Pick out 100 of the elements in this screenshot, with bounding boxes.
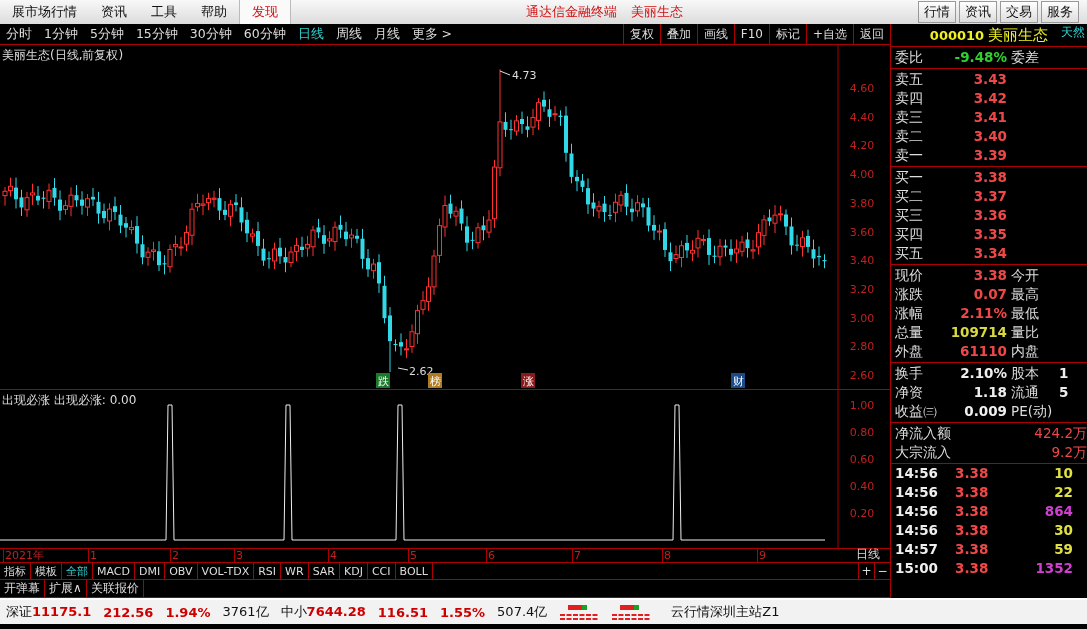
indicator-tab[interactable]: DMI — [135, 563, 166, 579]
menu-item[interactable]: 展市场行情 — [0, 0, 89, 24]
date-label: 3 — [234, 549, 243, 563]
order-price: 3.35 — [972, 225, 1007, 244]
nav-button[interactable]: 行情 — [918, 1, 956, 23]
chart-tool-button[interactable]: 标记 — [768, 24, 806, 44]
chart-tool-button[interactable]: +自选 — [805, 24, 853, 44]
tick-volume: 864 — [1043, 502, 1073, 521]
axis-label: 3.00 — [849, 311, 875, 325]
axis-label: 4.20 — [849, 139, 875, 153]
field-label: 净资 — [895, 383, 924, 402]
axis-label: 0.40 — [849, 480, 875, 493]
indicator-tab[interactable]: OBV — [165, 563, 198, 579]
index-change: 212.56 — [103, 604, 154, 620]
field-label: 收益㈢ — [895, 402, 938, 421]
stock-code: 000010 — [929, 27, 985, 43]
index-percent: 1.94% — [165, 604, 211, 620]
order-price: 3.40 — [972, 127, 1007, 146]
order-price: 3.37 — [972, 187, 1007, 206]
nav-button[interactable]: 资讯 — [959, 1, 997, 23]
axis-label: 3.20 — [849, 282, 875, 296]
indicator-tab[interactable]: 指标 — [0, 563, 31, 579]
indicator-tab[interactable]: KDJ — [340, 563, 368, 579]
order-label: 买五 — [895, 244, 924, 263]
date-label: 5 — [408, 549, 417, 563]
axis-label: 2.60 — [849, 369, 875, 382]
field-value: 109714 — [949, 323, 1007, 342]
tick-time: 14:56 — [895, 464, 939, 483]
field-value: -9.48% — [953, 48, 1007, 67]
indicator-tab[interactable]: 全部 — [62, 563, 93, 579]
tick-price: 3.38 — [955, 540, 990, 559]
order-label: 买二 — [895, 187, 924, 206]
axis-label: 3.40 — [849, 254, 875, 268]
period-tab[interactable]: 60分钟 — [237, 25, 292, 43]
period-tab[interactable]: 5分钟 — [83, 25, 130, 43]
event-badge[interactable]: 财 — [731, 373, 745, 388]
nav-button[interactable]: 服务 — [1041, 1, 1079, 23]
indicator-tab[interactable]: SAR — [308, 563, 340, 579]
period-tab[interactable]: 1分钟 — [38, 25, 84, 43]
field-label: 净流入额 — [895, 424, 951, 443]
menu-item[interactable]: 资讯 — [89, 0, 139, 24]
field-label: 涨幅 — [895, 304, 924, 323]
chart-tool-button[interactable]: 返回 — [853, 24, 890, 44]
zoom-button[interactable]: + — [858, 563, 874, 579]
indicator-tab[interactable]: VOL-TDX — [197, 563, 255, 579]
indicator-tab[interactable]: MACD — [93, 563, 135, 579]
panel-tab[interactable]: 扩展∧ — [45, 580, 87, 597]
field-value: 2.11% — [959, 304, 1007, 323]
date-label: 7 — [572, 549, 581, 563]
tick-price: 3.38 — [955, 521, 990, 540]
event-badge[interactable]: 跌 — [376, 373, 390, 388]
period-tab[interactable]: 30分钟 — [183, 25, 238, 43]
menu-item[interactable]: 工具 — [139, 0, 189, 24]
chart-tool-button[interactable]: 画线 — [696, 24, 734, 44]
order-price: 3.39 — [972, 146, 1007, 165]
menu-item[interactable]: 帮助 — [189, 0, 239, 24]
period-tab[interactable]: 15分钟 — [129, 25, 184, 43]
field-label: 最低 — [1010, 304, 1040, 323]
period-tab[interactable]: 周线 — [329, 25, 368, 43]
menu-item[interactable]: 发现 — [239, 0, 291, 24]
period-tab[interactable]: 更多 > — [405, 25, 459, 43]
chart-tool-button[interactable]: 复权 — [622, 24, 660, 44]
panel-tab[interactable]: 关联报价 — [86, 580, 144, 597]
order-label: 卖二 — [895, 127, 924, 146]
window-title: 通达信金融终端 — [526, 3, 617, 21]
indicator-tab[interactable]: CCI — [367, 563, 396, 579]
event-badge[interactable]: 涨 — [521, 373, 535, 388]
axis-label: 4.40 — [849, 110, 875, 124]
field-label: 流通 — [1010, 383, 1040, 402]
zoom-button[interactable]: − — [874, 563, 890, 579]
tick-price: 3.38 — [955, 483, 990, 502]
period-tab[interactable]: 月线 — [367, 25, 406, 43]
nav-button[interactable]: 交易 — [1000, 1, 1038, 23]
panel-tab[interactable]: 开弹幕 — [0, 580, 45, 597]
indicator-tab[interactable]: RSI — [254, 563, 282, 579]
order-label: 卖三 — [895, 108, 924, 127]
tick-volume: 30 — [1053, 521, 1073, 540]
index-percent: 1.55% — [440, 604, 486, 620]
tick-price: 3.38 — [955, 502, 990, 521]
field-label: 内盘 — [1010, 342, 1040, 361]
field-label: 股本 — [1010, 364, 1040, 383]
order-label: 卖五 — [895, 70, 924, 89]
field-label: 委差 — [1010, 48, 1040, 67]
period-tab[interactable]: 分时 — [0, 25, 38, 43]
indicator-tab[interactable]: WR — [281, 563, 309, 579]
field-value: 5 — [1059, 383, 1070, 402]
stock-name: 美丽生态 — [988, 25, 1049, 45]
chart-tool-button[interactable]: F10 — [733, 24, 769, 44]
order-price: 3.36 — [972, 206, 1007, 225]
chart-tool-button[interactable]: 叠加 — [659, 24, 697, 44]
period-tab[interactable]: 日线 — [291, 25, 330, 43]
field-label: 现价 — [895, 266, 924, 285]
index-name: 中小7644.28 — [280, 603, 366, 621]
field-label: 总量 — [895, 323, 924, 342]
indicator-tab[interactable]: 模板 — [31, 563, 62, 579]
date-label: 6 — [486, 549, 495, 563]
indicator-tab[interactable]: BOLL — [395, 563, 433, 579]
field-value: 1 — [1059, 364, 1070, 383]
axis-label: 3.60 — [849, 225, 875, 239]
field-value: 1.18 — [972, 383, 1007, 402]
